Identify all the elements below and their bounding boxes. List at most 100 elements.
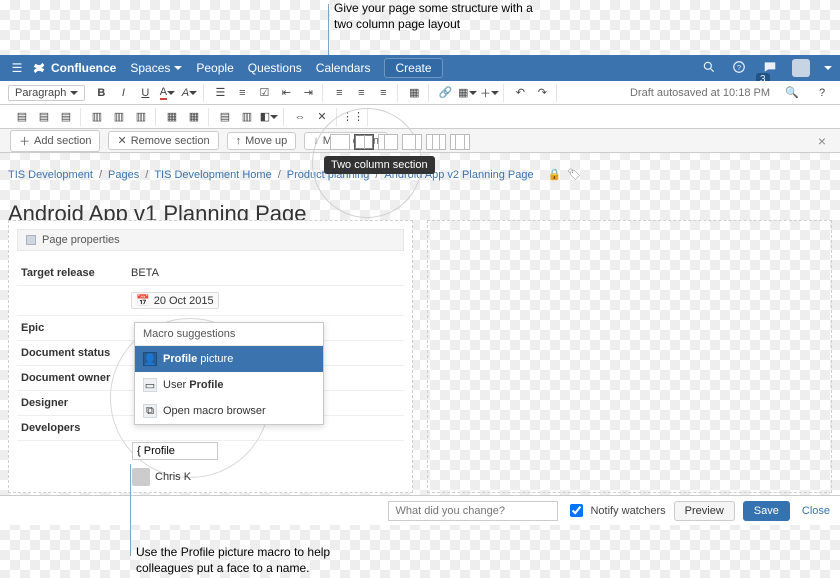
bold-button[interactable]: B [91,84,111,102]
version-comment-input[interactable] [388,501,558,521]
save-button[interactable]: Save [743,501,790,521]
confluence-logo-icon [32,61,46,75]
page-properties-header: Page properties [17,229,404,251]
layout-2col-right[interactable] [402,134,422,150]
paragraph-style-select[interactable]: Paragraph [8,85,85,101]
align-left-button[interactable]: ≡ [329,84,349,102]
layout-tooltip: Two column section [324,156,435,174]
developer-mention[interactable]: Chris K [132,468,191,486]
page-properties-title: Page properties [42,234,120,246]
layout-1col[interactable] [330,134,350,150]
help-editor-button[interactable]: ? [812,84,832,102]
breadcrumb: TIS Development / Pages / TIS Developmen… [8,168,581,181]
merge-cells-button[interactable]: ▦ [162,108,182,126]
right-column[interactable] [427,220,832,493]
text-color-button[interactable]: A [157,84,177,102]
find-replace-button[interactable]: 🔍 [782,84,802,102]
row-insert-below-button[interactable]: ▤ [34,108,54,126]
heading-row-button[interactable]: ▤ [215,108,235,126]
annotation-bottom: Use the Profile picture macro to help co… [136,544,376,576]
help-icon[interactable]: ? [732,60,748,76]
macro-autocomplete-input[interactable] [132,442,218,460]
align-right-button[interactable]: ≡ [373,84,393,102]
annotation-top-text: Give your page some structure with a two… [334,1,533,31]
page-properties-icon [26,235,36,245]
heading-col-button[interactable]: ▥ [237,108,257,126]
indent-button[interactable]: ⇥ [298,84,318,102]
page-layout-button[interactable]: ▦ [404,84,424,102]
restrictions-icon[interactable]: 🔒 [548,168,562,181]
table-button[interactable]: ▦ [457,84,477,102]
global-nav: ☰ Confluence Spaces People Questions Cal… [0,55,840,81]
layout-3col-sidebars[interactable] [450,134,470,150]
table-row: Target releaseBETA [17,261,404,286]
task-list-button[interactable]: ☑ [254,84,274,102]
crumb-2[interactable]: TIS Development Home [154,169,271,181]
remove-section-button[interactable]: ✕ Remove section [108,131,218,150]
row-delete-button[interactable]: ▤ [56,108,76,126]
cell-bg-button[interactable]: ◧ [259,108,279,126]
italic-button[interactable]: I [113,84,133,102]
developer-name: Chris K [155,471,191,483]
insert-more-button[interactable]: ＋ [479,84,499,102]
preview-button[interactable]: Preview [674,501,735,521]
nav-people[interactable]: People [196,61,233,75]
col-insert-left-button[interactable]: ▥ [87,108,107,126]
annotation-top: Give your page some structure with a two… [334,0,534,32]
nav-questions[interactable]: Questions [248,61,302,75]
nav-calendars[interactable]: Calendars [316,61,371,75]
table-delete-button[interactable]: ✕ [312,108,332,126]
col-delete-button[interactable]: ▥ [131,108,151,126]
underline-button[interactable]: U [135,84,155,102]
layout-3col[interactable] [426,134,446,150]
close-link[interactable]: Close [802,505,830,517]
svg-text:?: ? [737,63,741,72]
editor-toolbar-1: Paragraph B I U A A ☰ ≡ ☑ ⇤ ⇥ ≡ ≡ ≡ ▦ 🔗 … [0,81,840,105]
layout-2col-left[interactable] [378,134,398,150]
brand[interactable]: Confluence [32,61,116,75]
editor-toolbar-2: ▤ ▤ ▤ ▥ ▥ ▥ ▦ ▦ ▤ ▥ ◧ ⇔ ✕ ⋮⋮ [0,105,840,129]
bullet-list-button[interactable]: ☰ [210,84,230,102]
app-switcher-icon[interactable]: ☰ [8,61,26,75]
developer-avatar [132,468,150,486]
layout-close-button[interactable]: × [814,133,830,149]
profile-picture-icon: 👤 [143,352,157,366]
labels-icon[interactable]: 🏷 [567,168,581,181]
macro-suggestions-dropdown: Macro suggestions 👤 Profile picture ▭ Us… [134,322,324,425]
col-insert-right-button[interactable]: ▥ [109,108,129,126]
notifications-icon[interactable]: 3 [762,60,778,76]
create-button[interactable]: Create [384,58,442,78]
macro-browser-icon: ⧉ [143,404,157,418]
user-profile-icon: ▭ [143,378,157,392]
nav-spaces[interactable]: Spaces [130,61,182,75]
outdent-button[interactable]: ⇤ [276,84,296,102]
macro-item-user-profile[interactable]: ▭ User Profile [135,372,323,398]
table-row: 📅 20 Oct 2015 [17,286,404,316]
layout-2col[interactable] [354,134,374,150]
number-list-button[interactable]: ≡ [232,84,252,102]
redo-button[interactable]: ↷ [532,84,552,102]
macro-suggestions-header: Macro suggestions [135,323,323,346]
brand-text: Confluence [51,61,116,75]
add-section-button[interactable]: ＋ Add section [10,130,100,152]
editor-footer: Notify watchers Preview Save Close [0,495,840,525]
move-up-button[interactable]: ↑ Move up [227,132,297,150]
nav-menu: Spaces People Questions Calendars [130,61,370,75]
macro-item-profile-picture[interactable]: 👤 Profile picture [135,346,323,372]
undo-button[interactable]: ↶ [510,84,530,102]
more-formatting-button[interactable]: A [179,84,199,102]
split-cells-button[interactable]: ▦ [184,108,204,126]
annotation-bottom-text: Use the Profile picture macro to help co… [136,545,330,575]
table-numbered-button[interactable]: ⋮⋮ [343,108,363,126]
notify-watchers-checkbox[interactable]: Notify watchers [566,501,665,520]
search-icon[interactable] [702,60,718,76]
user-avatar[interactable] [792,59,810,77]
link-button[interactable]: 🔗 [435,84,455,102]
macro-item-open-browser[interactable]: ⧉ Open macro browser [135,398,323,424]
crumb-1[interactable]: Pages [108,169,139,181]
table-width-button[interactable]: ⇔ [290,108,310,126]
align-center-button[interactable]: ≡ [351,84,371,102]
date-macro[interactable]: 📅 20 Oct 2015 [131,292,219,309]
crumb-0[interactable]: TIS Development [8,169,93,181]
row-insert-above-button[interactable]: ▤ [12,108,32,126]
